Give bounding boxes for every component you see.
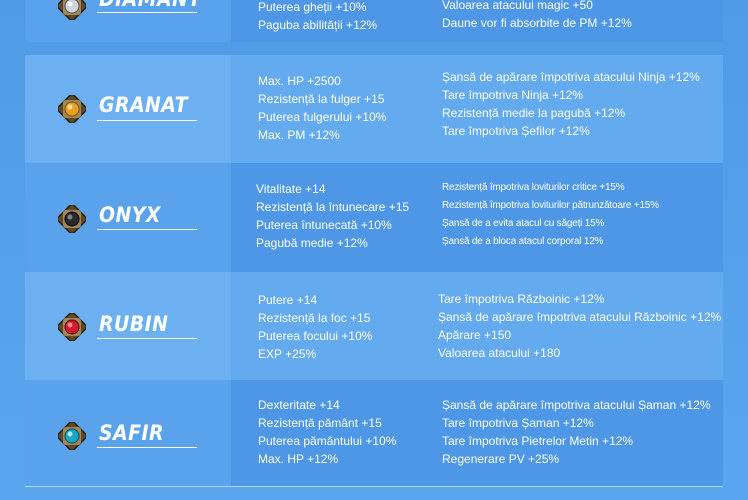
right-stats: Valoarea atacului magic +50 Daune vor fi… [442, 0, 632, 32]
stat-line: Daune vor fi absorbite de PM +12% [442, 16, 632, 30]
stat-line: Pagubă medie +12% [256, 236, 368, 250]
gem-stats-cell: Dexteritate +14 Rezistență pământ +15 Pu… [231, 380, 723, 486]
left-stats: Putere +14 Rezistență la foc +15 Puterea… [258, 291, 372, 363]
stat-line: Tare împotriva Pietrelor Metin +12% [442, 434, 634, 448]
gem-row-granat: GRANAT Max. HP +2500 Rezistență la fulge… [25, 55, 723, 163]
stat-line: Regenerare PV +25% [442, 452, 560, 466]
right-stats: Șansă de apărare împotriva atacului Șama… [442, 396, 711, 468]
stat-line: Rezistență la fulger +15 [258, 92, 385, 106]
stat-line: Valoarea atacului +180 [438, 346, 561, 360]
stat-line: Tare împotriva Șaman +12% [442, 416, 594, 430]
gem-name-underline [97, 338, 197, 339]
gem-row-safir: SAFIR Dexteritate +14 Rezistență pământ … [25, 380, 723, 486]
gem-name-underline [97, 12, 197, 13]
right-stats: Rezistență împotriva loviturilor critice… [442, 179, 659, 251]
stat-line: Tare împotriva Ninja +12% [442, 88, 584, 102]
stat-line: Șansă de apărare împotriva atacului Ninj… [442, 70, 700, 84]
left-stats: Puterea gheții +10% Paguba abilității +1… [258, 0, 377, 34]
stat-line: Rezistență pământ +15 [258, 416, 382, 430]
gem-row-onyx: ONYX Vitalitate +14 Rezistență la întune… [25, 163, 723, 272]
gem-row-diamant: DIAMANT Puterea gheții +10% Paguba abili… [25, 0, 723, 42]
gem-name: DIAMANT [99, 0, 202, 11]
gem-stats-cell: Puterea gheții +10% Paguba abilității +1… [231, 0, 723, 42]
stat-line: Puterea gheții +10% [258, 0, 367, 14]
right-stats: Tare împotriva Războinic +12% Șansă de a… [438, 290, 721, 362]
stat-line: Tare împotriva Războinic +12% [438, 292, 605, 306]
stat-line: Max. HP +12% [258, 452, 339, 466]
gem-stats-cell: Vitalitate +14 Rezistență la întunecare … [231, 163, 723, 272]
gem-name-cell: SAFIR [25, 380, 231, 486]
gem-name-cell: DIAMANT [25, 0, 231, 42]
left-stats: Vitalitate +14 Rezistență la întunecare … [256, 180, 409, 252]
gem-stats-table: DIAMANT Puterea gheții +10% Paguba abili… [25, 0, 723, 500]
left-stats: Dexteritate +14 Rezistență pământ +15 Pu… [258, 396, 396, 468]
garnet-gem-icon [58, 95, 86, 123]
gem-name: RUBIN [99, 312, 169, 336]
stat-line: Apărare +150 [438, 328, 512, 342]
stat-line: Puterea focului +10% [258, 329, 373, 343]
ruby-gem-icon [58, 313, 86, 341]
left-stats: Max. HP +2500 Rezistență la fulger +15 P… [258, 72, 386, 144]
gem-name: ONYX [99, 203, 161, 227]
stat-line: EXP +25% [258, 347, 317, 361]
stat-line: Puterea pământului +10% [258, 434, 397, 448]
diamond-gem-icon [58, 0, 86, 20]
stat-line: Vitalitate +14 [256, 182, 326, 196]
stat-line: Valoarea atacului magic +50 [442, 0, 593, 12]
gem-stats-cell: Max. HP +2500 Rezistență la fulger +15 P… [231, 55, 723, 163]
stat-line: Șansă de a bloca atacul corporal 12% [442, 236, 604, 247]
gem-name-cell: ONYX [25, 163, 231, 272]
stat-line: Tare împotriva Șefilor +12% [442, 124, 590, 138]
stat-line: Putere +14 [258, 293, 318, 307]
stat-line: Șansă de apărare împotriva atacului Șama… [442, 398, 711, 412]
stat-line: Rezistență împotriva loviturilor critice… [442, 182, 625, 193]
onyx-gem-icon [58, 205, 86, 233]
stat-line: Șansă de a evita atacul cu săgeți 15% [442, 218, 605, 229]
stat-line: Rezistență la întunecare +15 [256, 200, 410, 214]
gem-name-underline [97, 447, 197, 448]
gem-stats-cell: Putere +14 Rezistență la foc +15 Puterea… [231, 272, 723, 380]
gem-name-cell: RUBIN [25, 272, 231, 380]
gem-name-underline [97, 120, 197, 121]
stat-line: Paguba abilității +12% [258, 18, 378, 32]
stat-line: Max. PM +12% [258, 128, 340, 142]
stat-line: Rezistență împotriva loviturilor pătrunz… [442, 200, 659, 211]
stat-line: Puterea întunecată +10% [256, 218, 392, 232]
gem-name: GRANAT [99, 93, 188, 117]
stat-line: Rezistență medie la pagubă +12% [442, 106, 626, 120]
right-stats: Șansă de apărare împotriva atacului Ninj… [442, 68, 700, 140]
gem-name-cell: GRANAT [25, 55, 231, 163]
stat-line: Rezistență la foc +15 [258, 311, 371, 325]
gem-name-underline [97, 229, 197, 230]
stat-line: Puterea fulgerului +10% [258, 110, 387, 124]
gem-name: SAFIR [99, 421, 164, 445]
table-bottom-divider [25, 486, 723, 487]
stat-line: Șansă de apărare împotriva atacului Răzb… [438, 310, 722, 324]
stat-line: Dexteritate +14 [258, 398, 340, 412]
sapphire-gem-icon [58, 422, 86, 450]
stat-line: Max. HP +2500 [258, 74, 341, 88]
gem-row-rubin: RUBIN Putere +14 Rezistență la foc +15 P… [25, 272, 723, 380]
